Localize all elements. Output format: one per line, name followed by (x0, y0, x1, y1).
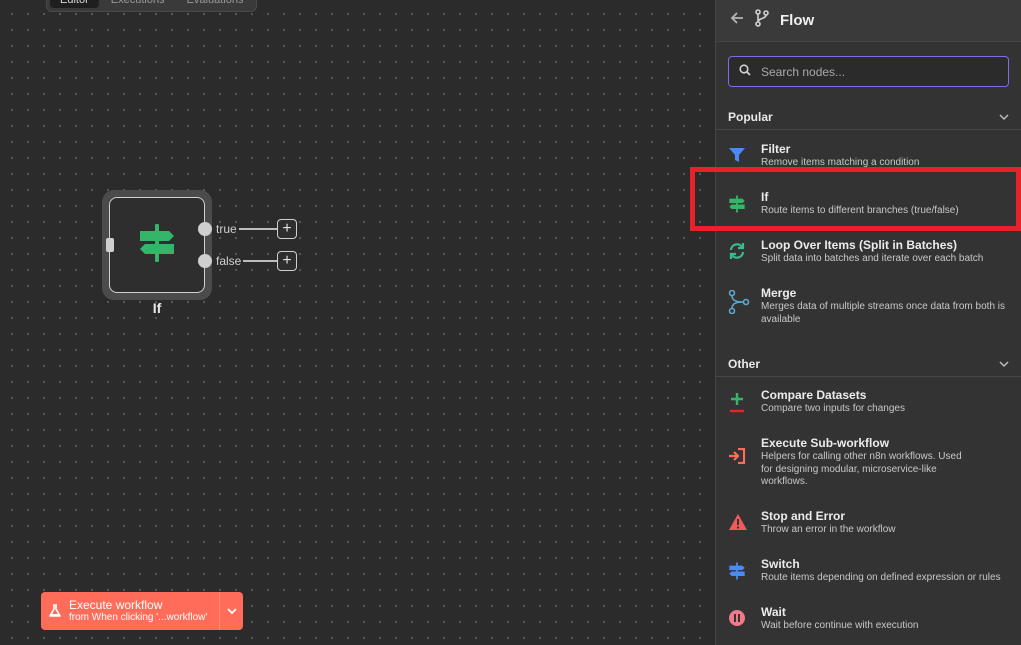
item-desc: Merges data of multiple streams once dat… (761, 301, 1006, 325)
node-item-stop-and-error[interactable]: Stop and Error Throw an error in the wor… (716, 509, 1021, 551)
item-desc: Remove items matching a condition (761, 157, 920, 168)
execute-subtitle: from When clicking '...workflow' (69, 612, 208, 623)
item-title: Filter (761, 142, 791, 156)
item-desc: Split data into batches and iterate over… (761, 253, 984, 264)
switch-icon (728, 557, 761, 581)
item-desc: Throw an error in the workflow (761, 524, 896, 535)
chevron-down-icon[interactable] (999, 108, 1009, 126)
add-node-false-button[interactable]: + (277, 251, 297, 271)
if-node[interactable] (102, 190, 212, 300)
tab-evaluations[interactable]: Evaluations (177, 0, 254, 8)
section-title: Popular (728, 109, 773, 124)
node-creator-panel: Flow Popular Filter Remove items matchin… (715, 0, 1021, 645)
tab-executions[interactable]: Executions (101, 0, 175, 8)
node-item-filter[interactable]: Filter Remove items matching a condition (716, 142, 1021, 184)
search-icon (739, 63, 751, 81)
if-node-body[interactable] (109, 197, 205, 293)
plus-icon: + (282, 220, 292, 237)
add-node-true-button[interactable]: + (277, 219, 297, 239)
item-title: Execute Sub-workflow (761, 436, 890, 450)
node-label: If (152, 300, 162, 316)
tab-editor[interactable]: Editor (50, 0, 99, 8)
signpost-icon (137, 222, 177, 269)
node-item-loop-over-items[interactable]: Loop Over Items (Split in Batches) Split… (716, 238, 1021, 280)
item-desc: Route items to different branches (true/… (761, 205, 959, 216)
loop-icon (728, 238, 761, 260)
execute-title: Execute workflow (69, 598, 163, 612)
output-handle-true[interactable] (198, 222, 212, 236)
output-handle-false[interactable] (198, 254, 212, 268)
item-title: Merge (761, 286, 797, 300)
filter-icon (728, 142, 761, 164)
section-title: Other (728, 356, 761, 371)
warning-icon (728, 509, 761, 531)
node-item-execute-sub-workflow[interactable]: Execute Sub-workflow Helpers for calling… (716, 436, 1021, 503)
chevron-down-icon[interactable] (999, 355, 1009, 373)
panel-header: Flow (716, 0, 1021, 42)
back-arrow-icon[interactable] (730, 11, 744, 30)
node-input-handle[interactable] (106, 238, 114, 252)
merge-icon (728, 286, 761, 314)
execute-workflow-button[interactable]: Execute workflow from When clicking '...… (41, 592, 243, 630)
pause-icon (728, 605, 761, 627)
item-desc: Route items depending on defined express… (761, 572, 1001, 583)
output-label-true: true (216, 222, 237, 236)
connector-line-false (243, 260, 277, 262)
sign-in-icon (728, 436, 761, 464)
signpost-icon (728, 190, 761, 214)
workflow-canvas[interactable]: Editor Executions Evaluations If true + … (0, 0, 715, 645)
node-item-compare-datasets[interactable]: Compare Datasets Compare two inputs for … (716, 388, 1021, 430)
item-title: Switch (761, 557, 800, 571)
search-input[interactable] (761, 64, 981, 79)
connector-line-true (239, 228, 277, 230)
node-item-if[interactable]: If Route items to different branches (tr… (716, 190, 1021, 232)
search-box[interactable] (728, 56, 1009, 87)
node-item-switch[interactable]: Switch Route items depending on defined … (716, 557, 1021, 599)
panel-title: Flow (780, 12, 815, 29)
node-item-wait[interactable]: Wait Wait before continue with execution (716, 605, 1021, 645)
output-label-false: false (216, 254, 242, 268)
plus-icon: + (282, 252, 292, 269)
item-title: Wait (761, 605, 786, 619)
flask-icon (41, 604, 69, 618)
chevron-down-icon[interactable] (219, 592, 243, 630)
item-desc: Helpers for calling other n8n workflows.… (761, 451, 962, 487)
node-item-merge[interactable]: Merge Merges data of multiple streams on… (716, 286, 1021, 336)
item-title: Loop Over Items (Split in Batches) (761, 238, 958, 252)
item-title: If (761, 190, 769, 204)
compare-icon (728, 388, 761, 414)
section-popular[interactable]: Popular (716, 104, 1021, 130)
item-desc: Wait before continue with execution (761, 620, 919, 631)
item-desc: Compare two inputs for changes (761, 403, 905, 414)
view-tabs: Editor Executions Evaluations (46, 0, 258, 12)
branch-icon (754, 9, 770, 32)
section-other[interactable]: Other (716, 351, 1021, 377)
item-title: Stop and Error (761, 509, 846, 523)
item-title: Compare Datasets (761, 388, 867, 402)
